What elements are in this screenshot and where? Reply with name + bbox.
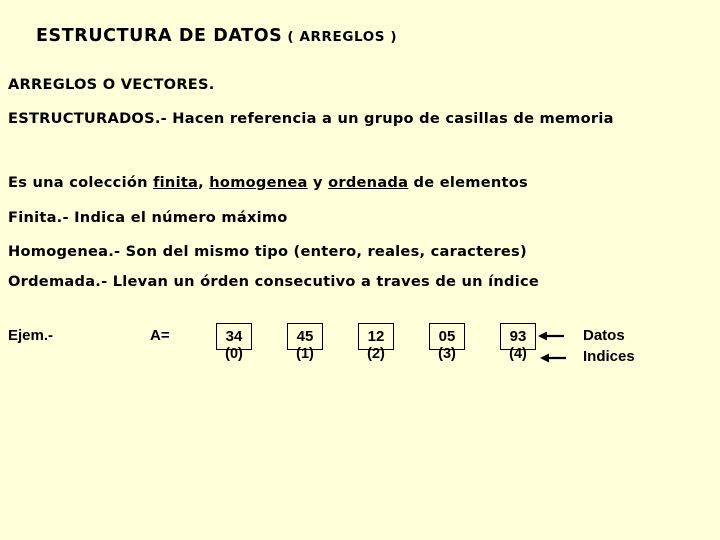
coleccion-term-finita: finita: [153, 174, 199, 191]
coleccion-text-part2: ,: [198, 174, 210, 191]
body-line-estructurados: ESTRUCTURADOS.- Hacen referencia a un gr…: [8, 110, 614, 127]
array-cell-index: (0): [225, 346, 243, 362]
slide-canvas: ESTRUCTURA DE DATOS( ARREGLOS ) ARREGLOS…: [0, 0, 720, 540]
annotation-datos: Datos: [583, 327, 625, 344]
array-cell: 34 (0): [216, 323, 252, 361]
array-cell-index: (4): [509, 346, 527, 362]
array-name-label: A=: [150, 327, 170, 344]
body-line-coleccion: Es una colección finita, homogenea y ord…: [8, 174, 528, 191]
page-title-main: ESTRUCTURA DE DATOS: [36, 26, 283, 46]
array-cell-index: (1): [296, 346, 314, 362]
body-line-ordenada: Ordemada.- Llevan un órden consecutivo a…: [8, 273, 539, 290]
arrow-left-icon-indices: [540, 352, 568, 364]
array-cell: 12 (2): [358, 323, 394, 361]
array-cell: 93 (4): [500, 323, 536, 361]
coleccion-text-part3: y: [307, 174, 329, 191]
array-cell: 05 (3): [429, 323, 465, 361]
coleccion-text-part1: Es una colección: [8, 174, 154, 191]
body-line-finita: Finita.- Indica el número máximo: [8, 209, 288, 226]
page-title-parenthetical: ( ARREGLOS ): [287, 29, 398, 45]
array-cell-index: (3): [438, 346, 456, 362]
arrow-left-icon-datos: [538, 330, 566, 342]
coleccion-term-ordenada: ordenada: [328, 174, 409, 191]
array-cell: 45 (1): [287, 323, 323, 361]
coleccion-term-homogenea: homogenea: [209, 174, 308, 191]
page-title: ESTRUCTURA DE DATOS( ARREGLOS ): [36, 26, 397, 46]
body-line-arreglos-o-vectores: ARREGLOS O VECTORES.: [8, 76, 215, 93]
body-line-homogenea: Homogenea.- Son del mismo tipo (entero, …: [8, 243, 527, 260]
example-label: Ejem.-: [8, 327, 54, 344]
annotation-indices: Indices: [583, 348, 635, 365]
array-cell-index: (2): [367, 346, 385, 362]
coleccion-text-part4: de elementos: [408, 174, 528, 191]
